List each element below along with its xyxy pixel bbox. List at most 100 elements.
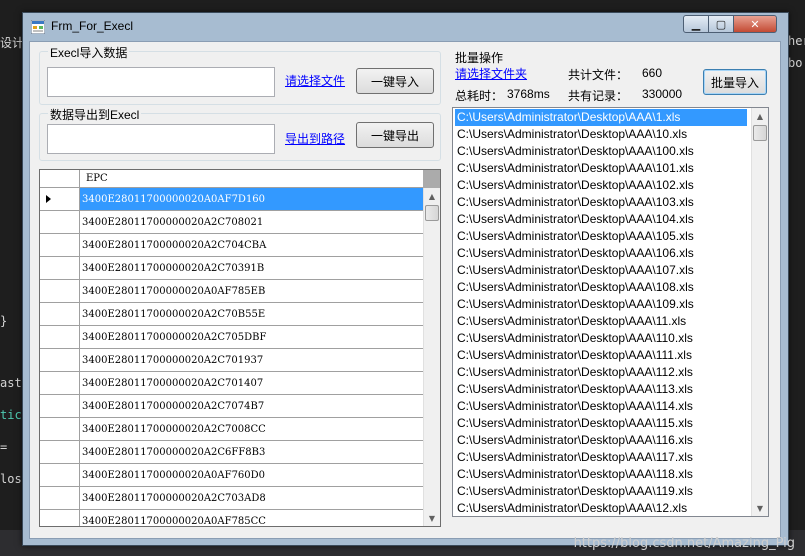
grid-row[interactable]: 3400E28011700000020A0AF785CC	[40, 510, 423, 526]
row-header[interactable]	[40, 188, 80, 211]
epc-cell[interactable]: 3400E28011700000020A2C70B55E	[80, 303, 423, 326]
file-list-item[interactable]: C:\Users\Administrator\Desktop\AAA\115.x…	[455, 415, 747, 432]
grid-row[interactable]: 3400E28011700000020A2C705DBF	[40, 326, 423, 349]
file-list-item[interactable]: C:\Users\Administrator\Desktop\AAA\116.x…	[455, 432, 747, 449]
batch-import-button[interactable]: 批量导入	[703, 69, 767, 95]
one-click-import-button[interactable]: 一键导入	[356, 68, 434, 94]
grid-row[interactable]: 3400E28011700000020A2C7074B7	[40, 395, 423, 418]
row-header[interactable]	[40, 234, 80, 257]
epc-cell[interactable]: 3400E28011700000020A0AF7D160	[80, 188, 423, 211]
file-list-item[interactable]: C:\Users\Administrator\Desktop\AAA\108.x…	[455, 279, 747, 296]
row-header[interactable]	[40, 441, 80, 464]
row-header[interactable]	[40, 280, 80, 303]
choose-file-link[interactable]: 请选择文件	[285, 72, 345, 89]
file-list-item[interactable]: C:\Users\Administrator\Desktop\AAA\110.x…	[455, 330, 747, 347]
file-listbox[interactable]: C:\Users\Administrator\Desktop\AAA\1.xls…	[452, 107, 769, 517]
row-header[interactable]	[40, 349, 80, 372]
grid-scroll-thumb[interactable]	[425, 205, 439, 221]
epc-cell[interactable]: 3400E28011700000020A2C704CBA	[80, 234, 423, 257]
file-list-item[interactable]: C:\Users\Administrator\Desktop\AAA\102.x…	[455, 177, 747, 194]
file-list-item[interactable]: C:\Users\Administrator\Desktop\AAA\100.x…	[455, 143, 747, 160]
epc-cell[interactable]: 3400E28011700000020A2C708021	[80, 211, 423, 234]
epc-cell[interactable]: 3400E28011700000020A0AF785CC	[80, 510, 423, 526]
row-header[interactable]	[40, 395, 80, 418]
file-list-item[interactable]: C:\Users\Administrator\Desktop\AAA\107.x…	[455, 262, 747, 279]
close-button[interactable]: ✕	[733, 15, 777, 33]
epc-cell[interactable]: 3400E28011700000020A2C7008CC	[80, 418, 423, 441]
row-header[interactable]	[40, 211, 80, 234]
one-click-export-button[interactable]: 一键导出	[356, 122, 434, 148]
scroll-down-icon[interactable]: ▼	[424, 510, 440, 526]
file-list-scroll-thumb[interactable]	[753, 125, 767, 141]
file-list-item[interactable]: C:\Users\Administrator\Desktop\AAA\12.xl…	[455, 500, 747, 516]
epc-cell[interactable]: 3400E28011700000020A2C703AD8	[80, 487, 423, 510]
file-list-item[interactable]: C:\Users\Administrator\Desktop\AAA\111.x…	[455, 347, 747, 364]
ide-background-right: her bo	[788, 0, 805, 556]
row-header[interactable]	[40, 257, 80, 280]
export-path-input[interactable]	[47, 124, 275, 154]
file-list-item[interactable]: C:\Users\Administrator\Desktop\AAA\11.xl…	[455, 313, 747, 330]
grid-corner-header[interactable]	[40, 170, 80, 188]
batch-operation-title: 批量操作	[455, 51, 504, 65]
epc-cell[interactable]: 3400E28011700000020A2C701937	[80, 349, 423, 372]
watermark: https://blog.csdn.net/Amazing_Pig	[573, 536, 795, 551]
grid-row[interactable]: 3400E28011700000020A2C6FF8B3	[40, 441, 423, 464]
grid-row[interactable]: 3400E28011700000020A0AF760D0	[40, 464, 423, 487]
row-header[interactable]	[40, 510, 80, 526]
grid-vertical-scrollbar[interactable]: ▲ ▼	[423, 188, 440, 526]
row-header[interactable]	[40, 303, 80, 326]
minimize-button[interactable]: ▁	[683, 15, 709, 33]
row-header[interactable]	[40, 326, 80, 349]
epc-cell[interactable]: 3400E28011700000020A0AF785EB	[80, 280, 423, 303]
grid-row[interactable]: 3400E28011700000020A2C70391B	[40, 257, 423, 280]
title-bar[interactable]: Frm_For_Execl ▁ ▢ ✕	[23, 13, 788, 41]
import-file-path-input[interactable]	[47, 67, 275, 97]
grid-row[interactable]: 3400E28011700000020A2C708021	[40, 211, 423, 234]
choose-folder-link[interactable]: 请选择文件夹	[455, 65, 527, 82]
grid-column-header-epc[interactable]: EPC	[80, 170, 423, 188]
total-files-value: 660	[642, 66, 663, 80]
epc-cell[interactable]: 3400E28011700000020A2C6FF8B3	[80, 441, 423, 464]
file-list-item[interactable]: C:\Users\Administrator\Desktop\AAA\103.x…	[455, 194, 747, 211]
scroll-down-icon[interactable]: ▼	[752, 500, 768, 516]
row-header[interactable]	[40, 487, 80, 510]
scroll-up-icon[interactable]: ▲	[424, 188, 440, 204]
file-list-item[interactable]: C:\Users\Administrator\Desktop\AAA\105.x…	[455, 228, 747, 245]
file-list-item[interactable]: C:\Users\Administrator\Desktop\AAA\104.x…	[455, 211, 747, 228]
file-list-item[interactable]: C:\Users\Administrator\Desktop\AAA\1.xls	[455, 109, 747, 126]
file-list-item[interactable]: C:\Users\Administrator\Desktop\AAA\101.x…	[455, 160, 747, 177]
epc-cell[interactable]: 3400E28011700000020A2C701407	[80, 372, 423, 395]
file-list-item[interactable]: C:\Users\Administrator\Desktop\AAA\113.x…	[455, 381, 747, 398]
scroll-up-icon[interactable]: ▲	[752, 108, 768, 124]
file-list-item[interactable]: C:\Users\Administrator\Desktop\AAA\106.x…	[455, 245, 747, 262]
file-list-item[interactable]: C:\Users\Administrator\Desktop\AAA\10.xl…	[455, 126, 747, 143]
row-header[interactable]	[40, 418, 80, 441]
grid-row[interactable]: 3400E28011700000020A2C703AD8	[40, 487, 423, 510]
epc-cell[interactable]: 3400E28011700000020A2C7074B7	[80, 395, 423, 418]
grid-row[interactable]: 3400E28011700000020A2C701937	[40, 349, 423, 372]
grid-row[interactable]: 3400E28011700000020A2C701407	[40, 372, 423, 395]
maximize-button[interactable]: ▢	[708, 15, 734, 33]
records-value: 330000	[642, 87, 683, 101]
elapsed-value: 3768ms	[507, 87, 550, 101]
file-list-item[interactable]: C:\Users\Administrator\Desktop\AAA\117.x…	[455, 449, 747, 466]
grid-row[interactable]: 3400E28011700000020A2C70B55E	[40, 303, 423, 326]
grid-row[interactable]: 3400E28011700000020A2C704CBA	[40, 234, 423, 257]
grid-row[interactable]: 3400E28011700000020A2C7008CC	[40, 418, 423, 441]
grid-row[interactable]: 3400E28011700000020A0AF785EB	[40, 280, 423, 303]
epc-cell[interactable]: 3400E28011700000020A2C70391B	[80, 257, 423, 280]
elapsed-label: 总耗时：	[455, 89, 504, 103]
file-list-item[interactable]: C:\Users\Administrator\Desktop\AAA\114.x…	[455, 398, 747, 415]
file-list-item[interactable]: C:\Users\Administrator\Desktop\AAA\112.x…	[455, 364, 747, 381]
row-header[interactable]	[40, 464, 80, 487]
epc-cell[interactable]: 3400E28011700000020A2C705DBF	[80, 326, 423, 349]
file-list-vertical-scrollbar[interactable]: ▲ ▼	[751, 108, 768, 516]
file-list-item[interactable]: C:\Users\Administrator\Desktop\AAA\109.x…	[455, 296, 747, 313]
epc-cell[interactable]: 3400E28011700000020A0AF760D0	[80, 464, 423, 487]
row-header[interactable]	[40, 372, 80, 395]
file-list-item[interactable]: C:\Users\Administrator\Desktop\AAA\119.x…	[455, 483, 747, 500]
file-list-item[interactable]: C:\Users\Administrator\Desktop\AAA\118.x…	[455, 466, 747, 483]
grid-row[interactable]: 3400E28011700000020A0AF7D160	[40, 188, 423, 211]
export-to-path-link[interactable]: 导出到路径	[285, 130, 345, 147]
epc-data-grid[interactable]: EPC 3400E28011700000020A0AF7D160 3400E280…	[39, 169, 441, 527]
